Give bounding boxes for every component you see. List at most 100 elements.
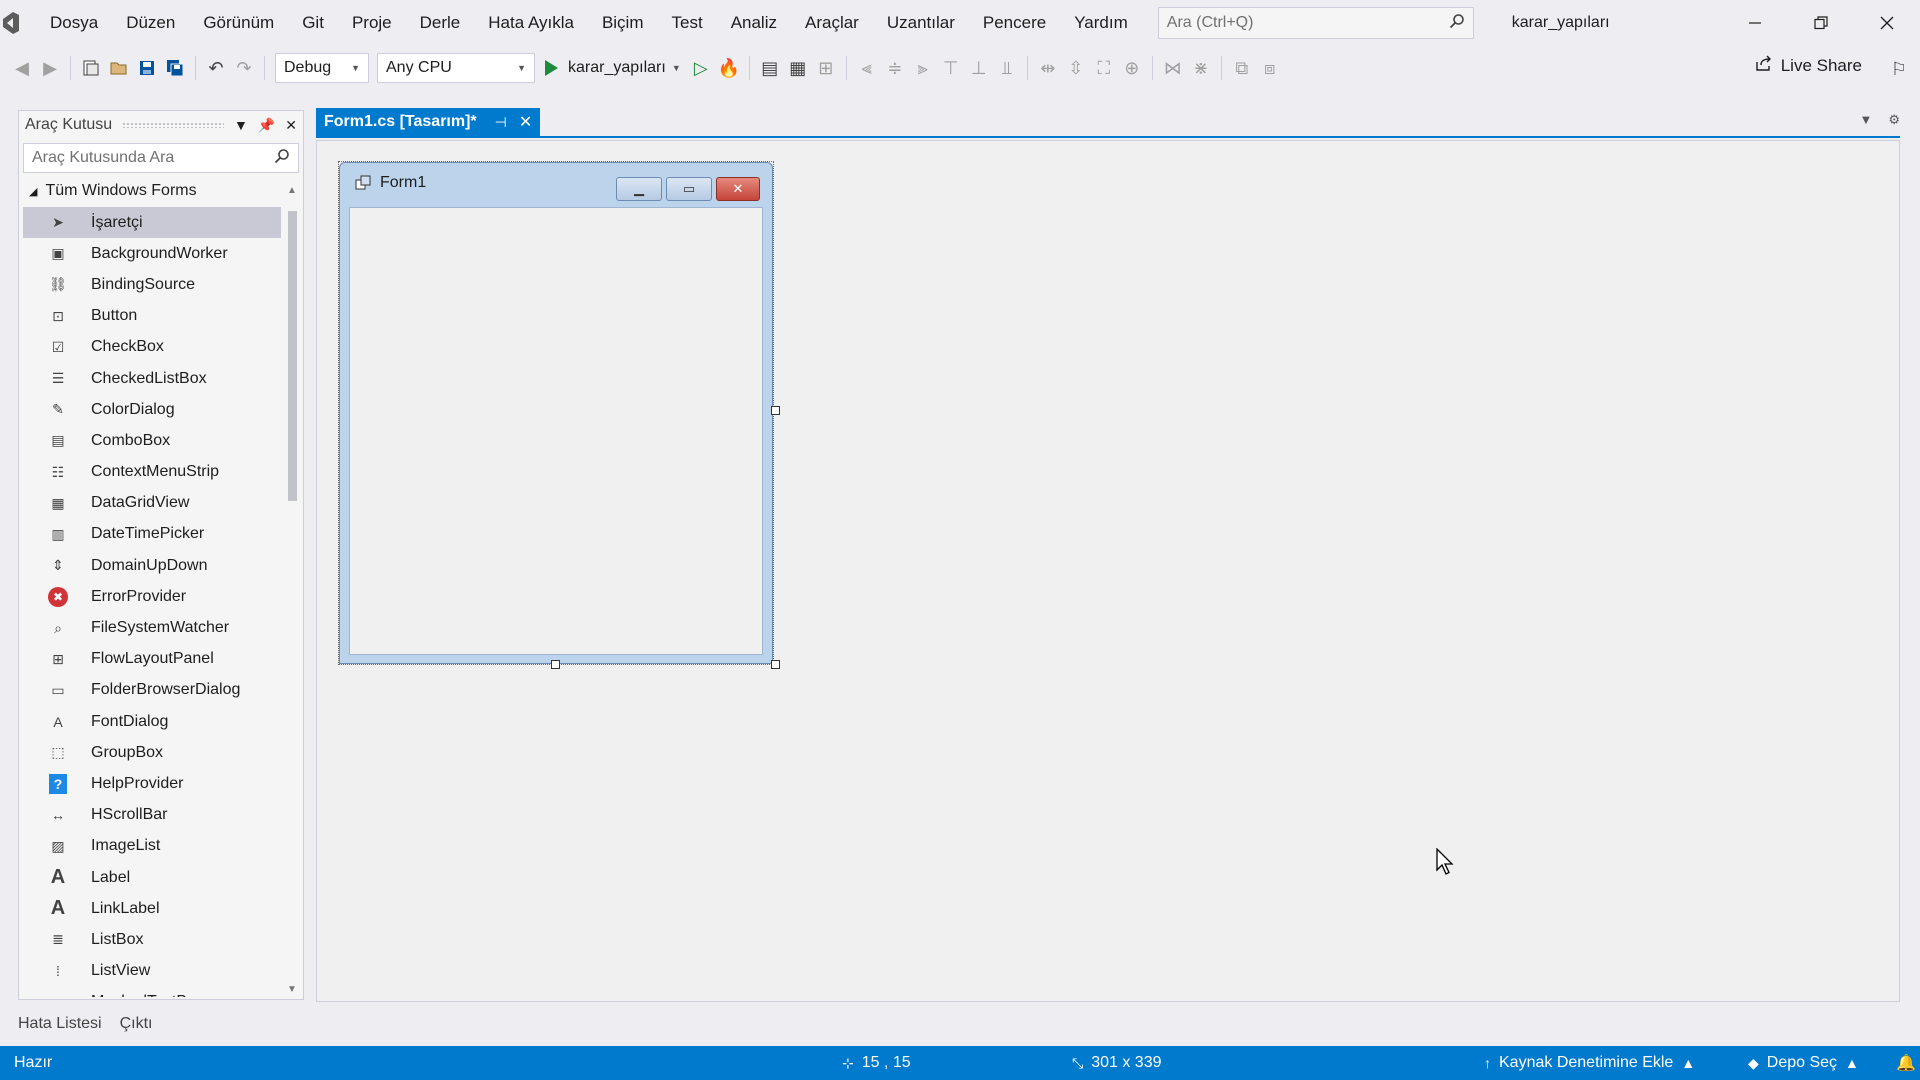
toolbox-item[interactable]: ▦ DataGridView [23, 488, 281, 519]
menu-proje[interactable]: Proje [338, 0, 406, 46]
align-bottoms-icon[interactable]: ⫫ [993, 54, 1021, 82]
toolbox-item[interactable]: ⁞ ListView [23, 956, 281, 987]
toolbox-item[interactable]: ☷ ContextMenuStrip [23, 457, 281, 488]
align-grid-icon[interactable]: ⊞ [812, 54, 840, 82]
toolbox-item[interactable]: ✖ ErrorProvider [23, 581, 281, 612]
menu-hata-ayikla[interactable]: Hata Ayıkla [474, 0, 588, 46]
toolbox-item[interactable]: ? HelpProvider [23, 768, 281, 799]
toolbox-item[interactable]: ≣ ListBox [23, 924, 281, 955]
size-to-grid-icon[interactable]: ⛶ [1090, 54, 1118, 82]
start-without-debugging-icon[interactable]: ▷ [687, 54, 715, 82]
panel-grip[interactable] [122, 122, 224, 128]
toolbox-item[interactable]: ⬚ GroupBox [23, 737, 281, 768]
add-to-source-control-button[interactable]: ↑ Kaynak Denetimine Ekle ▲ [1484, 1046, 1703, 1080]
tab-list-dropdown-icon[interactable]: ▼ [1859, 112, 1872, 128]
navigate-back-icon[interactable]: ◀ [8, 54, 36, 82]
pin-icon[interactable]: 📌 [258, 117, 275, 134]
align-rights-icon[interactable]: ⫸ [909, 54, 937, 82]
save-icon[interactable] [133, 54, 161, 82]
toolbox-item[interactable]: ▤ ComboBox [23, 425, 281, 456]
align-tops-icon[interactable]: ⊤ [937, 54, 965, 82]
toolbox-group-header[interactable]: ◢ Tüm Windows Forms [19, 177, 303, 205]
toolbox-item[interactable]: ▭ FolderBrowserDialog [23, 675, 281, 706]
send-to-back-icon[interactable]: ⧈ [1256, 54, 1284, 82]
menu-dosya[interactable]: Dosya [36, 0, 112, 46]
align-lefts-icon[interactable]: ⫷ [853, 54, 881, 82]
chevron-down-icon[interactable]: ▼ [234, 117, 248, 134]
make-same-width-icon[interactable]: ⇹ [1034, 54, 1062, 82]
toolbox-item[interactable]: ⌕ FileSystemWatcher [23, 612, 281, 643]
horizontal-spacing-icon[interactable]: ⋈ [1159, 54, 1187, 82]
menu-gorunum[interactable]: Görünüm [189, 0, 288, 46]
browse-folder-icon[interactable]: ▤ [756, 54, 784, 82]
form1-client-area[interactable] [349, 207, 763, 655]
start-debugging-button[interactable]: karar_yapıları ▼ [545, 59, 681, 77]
open-folder-icon[interactable] [105, 54, 133, 82]
align-middles-icon[interactable]: ⊥ [965, 54, 993, 82]
scrollbar-thumb[interactable] [288, 211, 297, 501]
make-same-height-icon[interactable]: ⇳ [1062, 54, 1090, 82]
toolbox-search-input[interactable]: Araç Kutusunda Ara [23, 143, 299, 173]
settings-gear-icon[interactable]: ⚙ [1888, 112, 1900, 128]
menu-bicim[interactable]: Biçim [588, 0, 658, 46]
solution-platform-select[interactable]: Any CPU ▼ [377, 53, 535, 83]
tab-output[interactable]: Çıktı [120, 1015, 153, 1033]
minimize-window-button[interactable] [1722, 0, 1788, 46]
toolbox-item[interactable]: ✎ ColorDialog [23, 394, 281, 425]
global-search-input[interactable]: Ara (Ctrl+Q) [1157, 7, 1474, 39]
form1-window[interactable]: Form1 ▁ ▭ ✕ [339, 162, 773, 664]
toolbox-item[interactable]: ▣ BackgroundWorker [23, 238, 281, 269]
redo-icon[interactable]: ↷ [230, 54, 258, 82]
tab-form1-designer[interactable]: Form1.cs [Tasarım]* ⊣ ✕ [316, 108, 541, 136]
select-repository-button[interactable]: ◆ Depo Seç ▲ [1748, 1046, 1867, 1080]
resize-handle-bottom-right[interactable] [771, 660, 780, 669]
restore-window-button[interactable] [1788, 0, 1854, 46]
new-project-icon[interactable] [77, 54, 105, 82]
resize-handle-bottom[interactable] [551, 660, 560, 669]
toolbox-item[interactable]: ↔ HScrollBar [23, 800, 281, 831]
undo-icon[interactable]: ↶ [202, 54, 230, 82]
menu-uzantilar[interactable]: Uzantılar [873, 0, 969, 46]
toolbox-item[interactable]: ☰ CheckedListBox [23, 363, 281, 394]
pin-tab-icon[interactable]: ⊣ [495, 114, 507, 131]
toolbox-item[interactable]: ▨ ImageList [23, 831, 281, 862]
feedback-icon[interactable]: ⚐ [1886, 56, 1912, 82]
toolbox-item[interactable]: A Label [23, 862, 281, 893]
zoom-icon[interactable]: ⊕ [1118, 54, 1146, 82]
menu-test[interactable]: Test [658, 0, 717, 46]
notifications-bell-icon[interactable]: 🔔 [1896, 1046, 1916, 1080]
close-window-button[interactable] [1854, 0, 1920, 46]
close-tab-icon[interactable]: ✕ [519, 112, 532, 132]
menu-git[interactable]: Git [288, 0, 338, 46]
form-close-icon[interactable]: ✕ [716, 177, 760, 201]
visual-studio-logo-icon[interactable] [0, 8, 22, 38]
toolbox-item[interactable]: ☑ CheckBox [23, 332, 281, 363]
close-icon[interactable]: ✕ [285, 117, 297, 134]
tab-error-list[interactable]: Hata Listesi [18, 1015, 102, 1033]
solution-configuration-select[interactable]: Debug ▼ [275, 53, 369, 83]
align-centers-icon[interactable]: ≑ [881, 54, 909, 82]
toolbox-item[interactable]: ⊞ FlowLayoutPanel [23, 644, 281, 675]
toolbox-item[interactable]: ⇕ DomainUpDown [23, 550, 281, 581]
resize-handle-right[interactable] [771, 406, 780, 415]
menu-araclar[interactable]: Araçlar [791, 0, 873, 46]
toolbox-scrollbar[interactable]: ▲ ▼ [285, 185, 299, 995]
toolbox-item[interactable]: A LinkLabel [23, 893, 281, 924]
toolbox-item[interactable]: ➤ İşaretçi [23, 207, 281, 239]
toolbox-item[interactable]: ⛓ BindingSource [23, 269, 281, 300]
menu-derle[interactable]: Derle [406, 0, 475, 46]
scroll-down-icon[interactable]: ▼ [285, 984, 299, 995]
menu-yardim[interactable]: Yardım [1060, 0, 1142, 46]
form-maximize-icon[interactable]: ▭ [666, 177, 712, 201]
menu-pencere[interactable]: Pencere [969, 0, 1060, 46]
toolbox-item[interactable]: ⊡ Button [23, 301, 281, 332]
bring-to-front-icon[interactable]: ⧉ [1228, 54, 1256, 82]
form-minimize-icon[interactable]: ▁ [616, 177, 662, 201]
navigate-forward-icon[interactable]: ▶ [36, 54, 64, 82]
live-share-button[interactable]: Live Share [1755, 54, 1862, 77]
save-all-icon[interactable] [161, 54, 189, 82]
toolbox-item[interactable]: A FontDialog [23, 706, 281, 737]
menu-analiz[interactable]: Analiz [717, 0, 791, 46]
menu-duzen[interactable]: Düzen [112, 0, 189, 46]
scroll-up-icon[interactable]: ▲ [285, 185, 299, 196]
